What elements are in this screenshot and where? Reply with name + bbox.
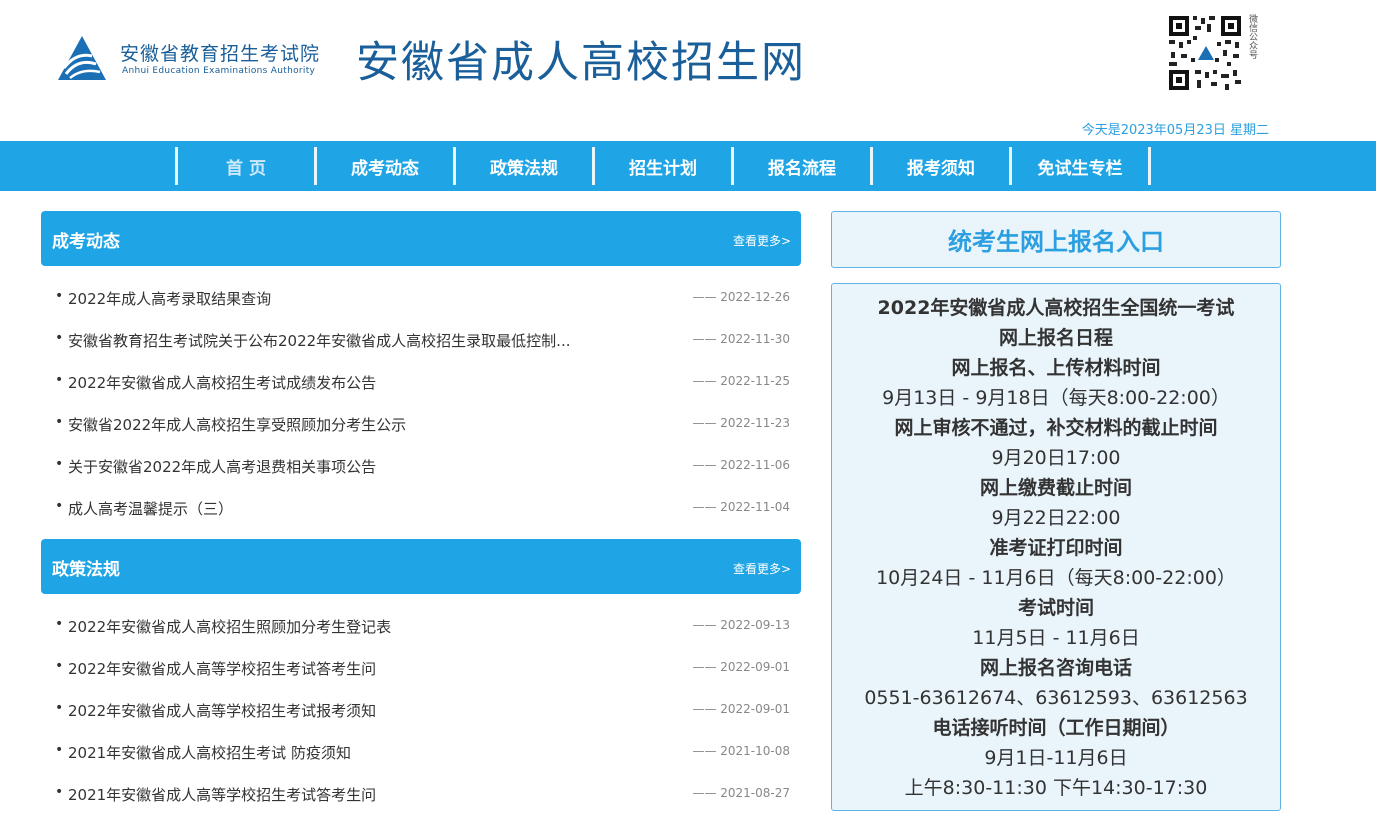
nav-item-news[interactable]: 成考动态 xyxy=(314,147,453,185)
news-link[interactable]: 2022年成人高考录取结果查询 xyxy=(68,288,271,309)
schedule-label: 考试时间 xyxy=(1017,597,1094,619)
news-link[interactable]: 成人高考温馨提示（三） xyxy=(68,498,233,519)
news-date: —— 2022-09-01 xyxy=(692,702,790,716)
nav-item-enrollment-plan[interactable]: 招生计划 xyxy=(592,147,731,185)
news-list: • 2022年成人高考录取结果查询 —— 2022-12-26 • 安徽省教育招生考试… xyxy=(41,277,801,529)
list-item: • 2022年成人高考录取结果查询 —— 2022-12-26 xyxy=(41,277,801,319)
bullet-icon: • xyxy=(55,700,64,716)
schedule-label: 网上缴费截止时间 xyxy=(979,477,1132,499)
schedule-label: 网上审核不通过，补交材料的截止时间 xyxy=(894,417,1218,439)
news-link[interactable]: 2022年安徽省成人高等学校招生考试报考须知 xyxy=(68,700,376,721)
news-link[interactable]: 2022年安徽省成人高校招生照顾加分考生登记表 xyxy=(68,616,391,637)
nav-item-registration-process[interactable]: 报名流程 xyxy=(731,147,870,185)
news-date: —— 2022-11-25 xyxy=(692,374,790,388)
org-logo-icon xyxy=(58,36,106,80)
news-link[interactable]: 2021年安徽省成人高等学校招生考试答考生问 xyxy=(68,784,376,805)
more-link[interactable]: 查看更多> xyxy=(733,560,791,577)
nav-item-exempt-column[interactable]: 免试生专栏 xyxy=(1009,147,1151,185)
bullet-icon: • xyxy=(55,784,64,800)
main-nav: 首 页 成考动态 政策法规 招生计划 报名流程 报考须知 免试生专栏 xyxy=(0,141,1376,191)
news-link[interactable]: 安徽省2022年成人高校招生享受照顾加分考生公示 xyxy=(68,414,406,435)
registration-schedule-panel: 2022年安徽省成人高校招生全国统一考试 网上报名日程 网上报名、上传材料时间 … xyxy=(831,283,1281,811)
bullet-icon: • xyxy=(55,658,64,674)
bullet-icon: • xyxy=(55,498,64,514)
news-date: —— 2022-09-01 xyxy=(692,660,790,674)
section-header-policy: 政策法规 查看更多> xyxy=(41,539,801,594)
list-item: • 2022年安徽省成人高校招生照顾加分考生登记表 —— 2022-09-13 xyxy=(41,605,801,647)
current-date: 今天是2023年05月23日 星期二 xyxy=(1081,123,1269,138)
list-item: • 2022年安徽省成人高等学校招生考试答考生问 —— 2022-09-01 xyxy=(41,647,801,689)
schedule-label: 网上报名咨询电话 xyxy=(979,657,1132,679)
schedule-heading: 2022年安徽省成人高校招生全国统一考试 xyxy=(877,297,1235,319)
bullet-icon: • xyxy=(55,330,64,346)
section-title: 成考动态 xyxy=(52,232,120,252)
schedule-value: 11月5日 - 11月6日 xyxy=(972,627,1140,649)
news-link[interactable]: 安徽省教育招生考试院关于公布2022年安徽省成人高校招生录取最低控制... xyxy=(68,330,570,351)
news-date: —— 2022-11-06 xyxy=(692,458,790,472)
list-item: • 2022年安徽省成人高校招生考试成绩发布公告 —— 2022-11-25 xyxy=(41,361,801,403)
more-link[interactable]: 查看更多> xyxy=(733,232,791,249)
nav-item-exam-notice[interactable]: 报考须知 xyxy=(870,147,1009,185)
news-date: —— 2021-10-08 xyxy=(692,744,790,758)
site-header: 安徽省教育招生考试院 Anhui Education Examinations … xyxy=(0,0,1376,141)
news-link[interactable]: 关于安徽省2022年成人高考退费相关事项公告 xyxy=(68,456,376,477)
list-item: • 安徽省教育招生考试院关于公布2022年安徽省成人高校招生录取最低控制... ——… xyxy=(41,319,801,361)
org-name-cn: 安徽省教育招生考试院 xyxy=(120,43,321,65)
schedule-value: 上午8:30-11:30 下午14:30-17:30 xyxy=(904,777,1208,799)
schedule-label: 准考证打印时间 xyxy=(989,537,1123,559)
bullet-icon: • xyxy=(55,456,64,472)
schedule-heading: 网上报名日程 xyxy=(998,327,1113,349)
schedule-value: 9月1日-11月6日 xyxy=(984,747,1128,769)
registration-entry-button[interactable]: 统考生网上报名入口 xyxy=(831,211,1281,268)
bullet-icon: • xyxy=(55,414,64,430)
schedule-label: 网上报名、上传材料时间 xyxy=(951,357,1161,379)
list-item: • 安徽省2022年成人高校招生享受照顾加分考生公示 —— 2022-11-23 xyxy=(41,403,801,445)
news-date: —— 2022-11-23 xyxy=(692,416,790,430)
qr-label: 微信公众号 xyxy=(1247,14,1257,59)
site-title: 安徽省成人高校招生网 xyxy=(356,38,806,88)
news-date: —— 2022-09-13 xyxy=(692,618,790,632)
news-date: —— 2022-11-30 xyxy=(692,332,790,346)
list-item: • 关于安徽省2022年成人高考退费相关事项公告 —— 2022-11-06 xyxy=(41,445,801,487)
news-date: —— 2021-08-27 xyxy=(692,786,790,800)
bullet-icon: • xyxy=(55,616,64,632)
policy-list: • 2022年安徽省成人高校招生照顾加分考生登记表 —— 2022-09-13 • 2… xyxy=(41,605,801,815)
bullet-icon: • xyxy=(55,742,64,758)
list-item: • 2022年安徽省成人高等学校招生考试报考须知 —— 2022-09-01 xyxy=(41,689,801,731)
news-date: —— 2022-11-04 xyxy=(692,500,790,514)
section-header-news: 成考动态 查看更多> xyxy=(41,211,801,266)
nav-item-home[interactable]: 首 页 xyxy=(175,147,314,185)
news-link[interactable]: 2022年安徽省成人高等学校招生考试答考生问 xyxy=(68,658,376,679)
schedule-value: 9月13日 - 9月18日（每天8:00-22:00） xyxy=(882,387,1230,409)
qr-code-icon xyxy=(1167,14,1243,92)
schedule-label: 电话接听时间（工作日期间） xyxy=(932,717,1180,739)
news-link[interactable]: 2022年安徽省成人高校招生考试成绩发布公告 xyxy=(68,372,376,393)
org-logo[interactable]: 安徽省教育招生考试院 Anhui Education Examinations … xyxy=(56,34,326,86)
bullet-icon: • xyxy=(55,372,64,388)
list-item: • 2021年安徽省成人高等学校招生考试答考生问 —— 2021-08-27 xyxy=(41,773,801,815)
org-name-en: Anhui Education Examinations Authority xyxy=(122,66,316,76)
schedule-value: 9月22日22:00 xyxy=(991,507,1121,529)
list-item: • 成人高考温馨提示（三） —— 2022-11-04 xyxy=(41,487,801,529)
bullet-icon: • xyxy=(55,288,64,304)
news-date: —— 2022-12-26 xyxy=(692,290,790,304)
news-link[interactable]: 2021年安徽省成人高校招生考试 防疫须知 xyxy=(68,742,351,763)
schedule-value: 9月20日17:00 xyxy=(991,447,1121,469)
nav-item-policy[interactable]: 政策法规 xyxy=(453,147,592,185)
schedule-value: 0551-63612674、63612593、63612563 xyxy=(864,687,1248,709)
schedule-value: 10月24日 - 11月6日（每天8:00-22:00） xyxy=(876,567,1236,589)
nav-list: 首 页 成考动态 政策法规 招生计划 报名流程 报考须知 免试生专栏 xyxy=(175,147,1151,185)
section-title: 政策法规 xyxy=(52,560,120,580)
list-item: • 2021年安徽省成人高校招生考试 防疫须知 —— 2021-10-08 xyxy=(41,731,801,773)
